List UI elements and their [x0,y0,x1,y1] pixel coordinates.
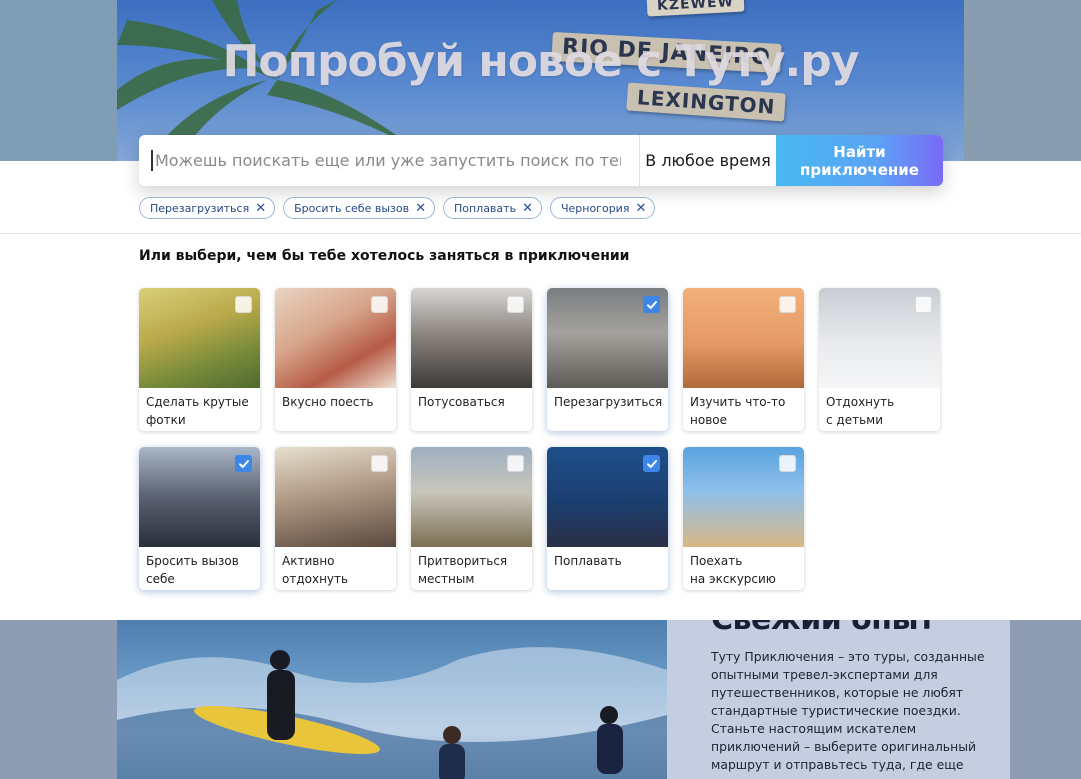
activity-label: Поплавать [554,554,622,568]
activity-label: Поехать на экскурсию [690,554,776,586]
remove-tag-icon[interactable]: ✕ [522,202,533,215]
remove-tag-icon[interactable]: ✕ [255,202,266,215]
promo-section: Свежий опыт Туту Приключения – это туры,… [0,620,1081,779]
checkbox-unchecked[interactable] [507,455,524,472]
activity-card[interactable]: Потусоваться [411,288,532,431]
activity-label: Потусоваться [418,395,505,409]
search-bar: В любое время Найти приключение [139,135,943,186]
activity-label: Перезагрузиться [554,395,663,409]
checkbox-unchecked[interactable] [779,455,796,472]
tag-label: Бросить себе вызов [294,201,410,215]
activity-label: Отдохнуть с детьми [826,395,895,427]
activity-label: Сделать крутые фотки [146,395,249,427]
checkbox-checked[interactable] [643,455,660,472]
checkbox-unchecked[interactable] [235,296,252,313]
surf-scene-illustration [117,647,667,779]
tag-label: Перезагрузиться [150,201,250,215]
signpost-lexington: LEXINGTON [626,82,787,122]
tag-chip[interactable]: Поплавать ✕ [442,197,542,219]
activity-card[interactable]: Поехать на экскурсию [683,447,804,590]
activity-label: Притвориться местным [418,554,508,586]
divider [0,233,1081,234]
checkbox-checked[interactable] [643,296,660,313]
activity-card[interactable]: Бросить вызов себе [139,447,260,590]
activity-card[interactable]: Сделать крутые фотки [139,288,260,431]
activity-label: Активно отдохнуть [282,554,349,586]
checkbox-checked[interactable] [235,455,252,472]
checkmark-icon [646,459,657,468]
tag-chip[interactable]: Перезагрузиться ✕ [139,197,276,219]
activity-card[interactable]: Притвориться местным [411,447,532,590]
activity-card[interactable]: Активно отдохнуть [275,447,396,590]
checkbox-unchecked[interactable] [779,296,796,313]
find-adventure-button[interactable]: Найти приключение [776,135,943,186]
checkmark-icon [646,300,657,309]
tag-chip[interactable]: Бросить себе вызов ✕ [283,197,435,219]
checkbox-unchecked[interactable] [371,296,388,313]
checkbox-unchecked[interactable] [507,296,524,313]
activity-label: Бросить вызов себе [146,554,239,586]
tag-label: Черногория [560,201,630,215]
activity-card[interactable]: Поплавать [547,447,668,590]
checkbox-unchecked[interactable] [371,455,388,472]
activity-card[interactable]: Перезагрузиться [547,288,668,431]
activity-grid: Сделать крутые фотки Вкусно поесть Потусов… [139,288,941,590]
promo-text-card: Свежий опыт Туту Приключения – это туры,… [667,620,1010,779]
remove-tag-icon[interactable]: ✕ [415,202,426,215]
activity-label: Изучить что-то новое [690,395,786,427]
activity-card[interactable]: Изучить что-то новое [683,288,804,431]
tag-chip[interactable]: Черногория ✕ [549,197,656,219]
section-title: Или выбери, чем бы тебе хотелось занятьс… [139,248,630,264]
time-select[interactable]: В любое время [639,135,776,186]
activity-label: Вкусно поесть [282,395,374,409]
hero-title: Попробуй новое с Туту.ру [222,36,860,87]
surfers-photo [117,620,667,779]
search-input[interactable] [151,150,633,171]
selected-tags: Перезагрузиться ✕ Бросить себе вызов ✕ П… [139,197,656,219]
remove-tag-icon[interactable]: ✕ [635,202,646,215]
promo-body: Туту Приключения – это туры, созданные о… [711,649,985,772]
activity-card[interactable]: Отдохнуть с детьми [819,288,940,431]
tag-label: Поплавать [453,201,517,215]
signpost-top: KZEWEW [646,0,745,17]
promo-title: Свежий опыт [711,620,936,637]
activity-card[interactable]: Вкусно поесть [275,288,396,431]
checkbox-unchecked[interactable] [915,296,932,313]
checkmark-icon [238,459,249,468]
